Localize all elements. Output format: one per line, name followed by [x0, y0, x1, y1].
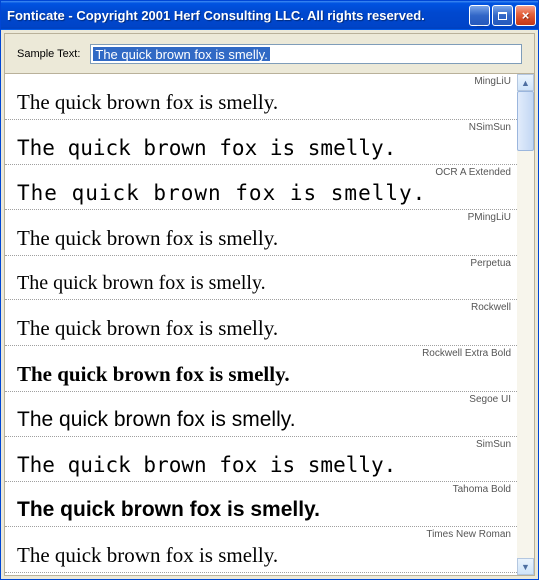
font-sample: The quick brown fox is smelly.: [5, 314, 517, 345]
font-sample: The quick brown fox is smelly.: [5, 541, 517, 572]
font-name-label: Tahoma Bold: [5, 482, 517, 496]
scroll-thumb[interactable]: [517, 91, 534, 151]
font-name-label: NSimSun: [5, 120, 517, 134]
font-sample: The quick brown fox is smelly.: [5, 360, 517, 391]
font-name-label: Times New Roman: [5, 527, 517, 541]
scroll-down-button[interactable]: ▼: [517, 558, 534, 575]
font-sample: The quick brown fox is smelly.: [5, 179, 517, 209]
vertical-scrollbar[interactable]: ▲ ▼: [517, 74, 534, 575]
sample-text-label: Sample Text:: [17, 48, 80, 60]
sample-text-input[interactable]: The quick brown fox is smelly.: [90, 44, 522, 64]
maximize-button[interactable]: [492, 5, 513, 26]
minimize-button[interactable]: _: [469, 5, 490, 26]
font-name-label: OCR A Extended: [5, 165, 517, 179]
scroll-up-button[interactable]: ▲: [517, 74, 534, 91]
font-scroll-area: MingLiUThe quick brown fox is smelly.NSi…: [5, 74, 534, 575]
font-name-label: Segoe UI: [5, 392, 517, 406]
font-sample: The quick brown fox is smelly.: [5, 134, 517, 164]
font-list: MingLiUThe quick brown fox is smelly.NSi…: [5, 74, 517, 575]
font-entry[interactable]: Rockwell Extra BoldThe quick brown fox i…: [5, 346, 517, 392]
font-entry[interactable]: Segoe UIThe quick brown fox is smelly.: [5, 392, 517, 437]
font-name-label: Rockwell: [5, 300, 517, 314]
font-sample: The quick brown fox is smelly.: [5, 88, 517, 119]
close-button[interactable]: ×: [515, 5, 536, 26]
inner-panel: Sample Text: The quick brown fox is smel…: [4, 33, 535, 576]
font-entry[interactable]: RockwellThe quick brown fox is smelly.: [5, 300, 517, 346]
toolbar: Sample Text: The quick brown fox is smel…: [5, 34, 534, 74]
font-entry[interactable]: PMingLiUThe quick brown fox is smelly.: [5, 210, 517, 256]
font-entry[interactable]: NSimSunThe quick brown fox is smelly.: [5, 120, 517, 165]
font-name-label: PMingLiU: [5, 210, 517, 224]
sample-text-selection: The quick brown fox is smelly.: [93, 47, 269, 61]
scroll-track[interactable]: [517, 91, 534, 558]
font-name-label: Rockwell Extra Bold: [5, 346, 517, 360]
window-controls: _ ×: [469, 5, 536, 26]
font-name-label: Perpetua: [5, 256, 517, 270]
client-area: Sample Text: The quick brown fox is smel…: [1, 30, 538, 579]
font-entry[interactable]: Tahoma BoldThe quick brown fox is smelly…: [5, 482, 517, 527]
font-entry[interactable]: Times New RomanThe quick brown fox is sm…: [5, 527, 517, 573]
font-sample: The quick brown fox is smelly.: [5, 224, 517, 255]
font-name-label: SimSun: [5, 437, 517, 451]
font-entry[interactable]: OCR A ExtendedThe quick brown fox is sme…: [5, 165, 517, 210]
app-window: Fonticate - Copyright 2001 Herf Consulti…: [0, 0, 539, 580]
font-sample: The quick brown fox is smelly.: [5, 270, 517, 299]
font-sample: The quick brown fox is smelly.: [5, 406, 517, 436]
font-sample: The quick brown fox is smelly.: [5, 451, 517, 481]
font-sample: The quick brown fox is smelly.: [5, 496, 517, 526]
window-title: Fonticate - Copyright 2001 Herf Consulti…: [7, 8, 469, 23]
font-entry[interactable]: MingLiUThe quick brown fox is smelly.: [5, 74, 517, 120]
font-entry[interactable]: SimSunThe quick brown fox is smelly.: [5, 437, 517, 482]
font-entry[interactable]: PerpetuaThe quick brown fox is smelly.: [5, 256, 517, 300]
titlebar[interactable]: Fonticate - Copyright 2001 Herf Consulti…: [1, 1, 538, 30]
font-name-label: MingLiU: [5, 74, 517, 88]
